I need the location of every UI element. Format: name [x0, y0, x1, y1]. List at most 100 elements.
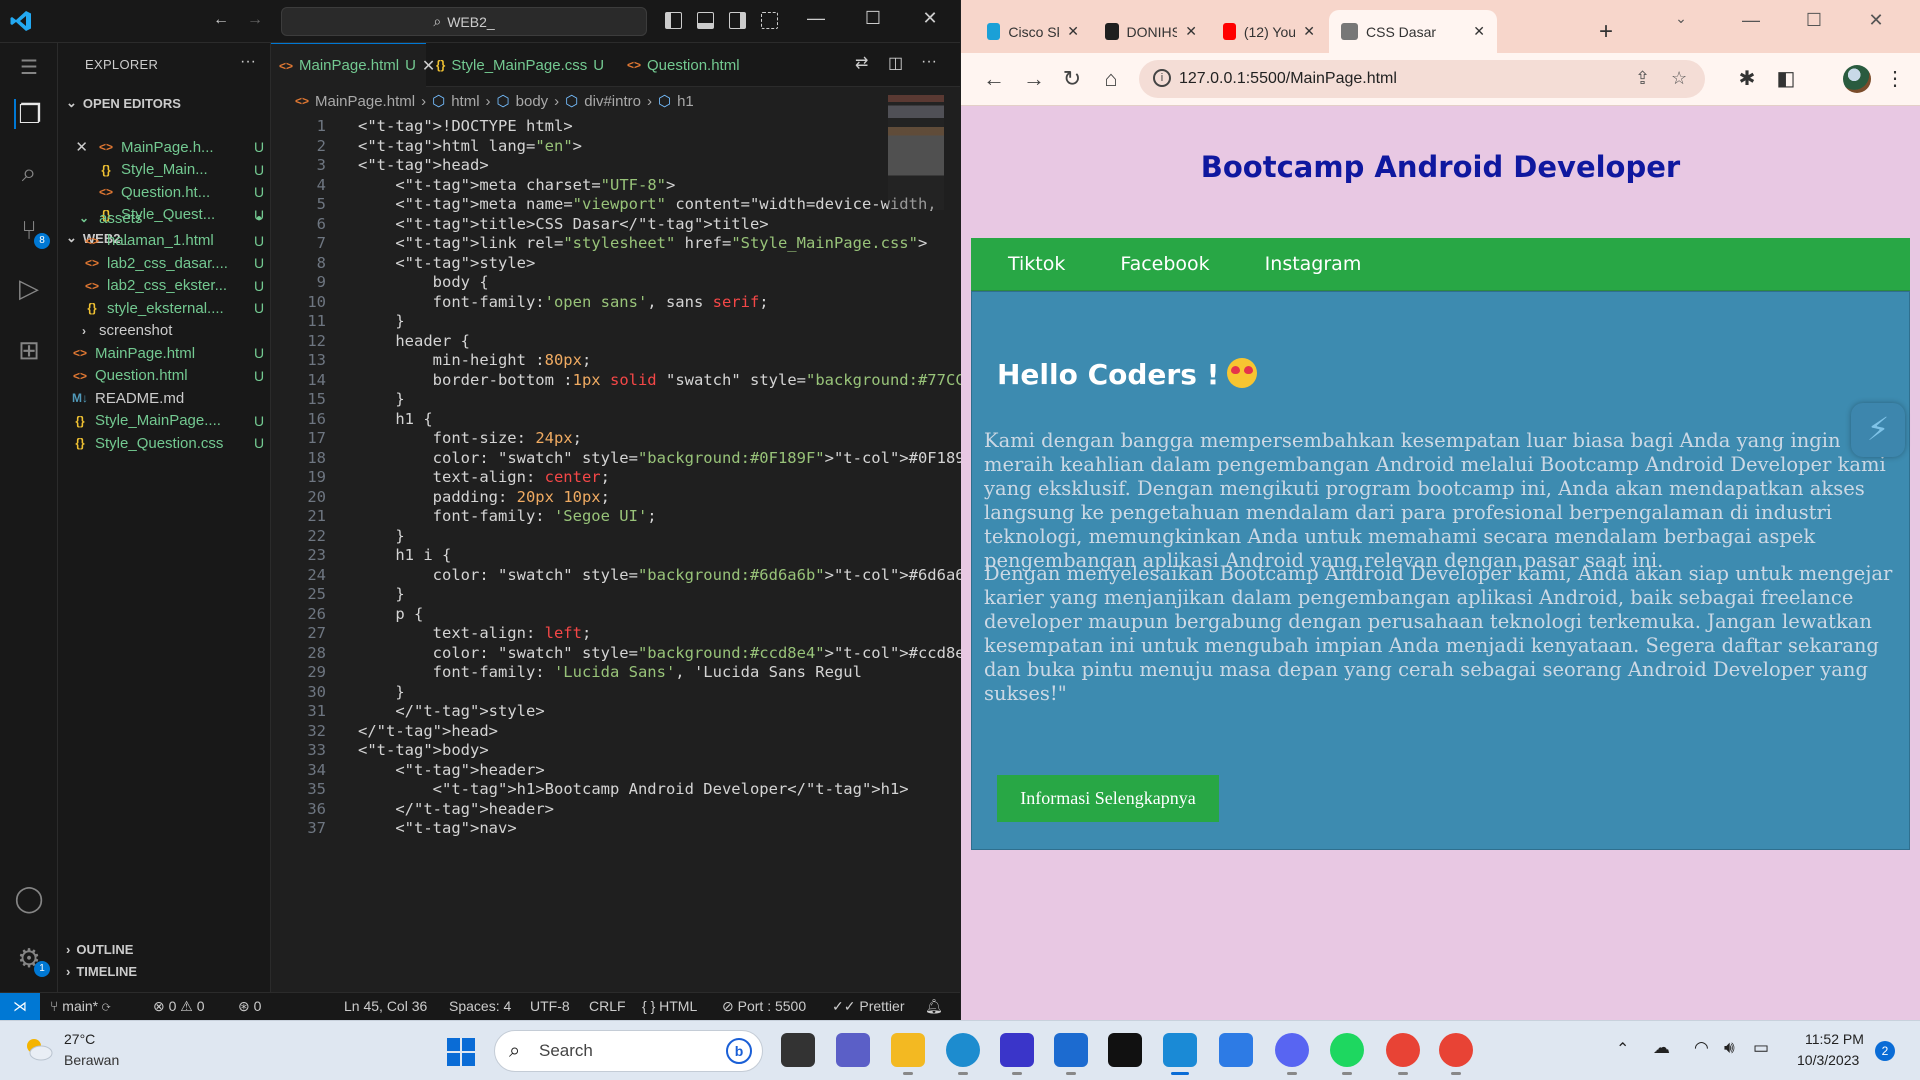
run-debug-icon[interactable]: ▷ [14, 273, 44, 303]
ports-indicator[interactable]: ⊛ 0 [238, 998, 261, 1015]
chrome-tab[interactable]: (12) YouTu ✕ [1211, 10, 1327, 53]
new-tab-icon[interactable]: + [1599, 18, 1613, 46]
pen-app-icon[interactable] [1000, 1033, 1034, 1075]
spotify-icon[interactable] [1330, 1033, 1364, 1075]
maximize-button[interactable]: ☐ [1794, 10, 1834, 31]
encoding[interactable]: UTF-8 [530, 998, 570, 1014]
more-info-button[interactable]: Informasi Selengkapnya [997, 775, 1219, 822]
share-icon[interactable]: ⇪ [1635, 68, 1650, 89]
breadcrumb-item[interactable]: MainPage.html [315, 93, 415, 110]
address-bar[interactable]: i 127.0.0.1:5500/MainPage.html ⇪ ☆ [1139, 60, 1705, 98]
wifi-icon[interactable]: ◠ [1694, 1038, 1709, 1058]
microsoft-store-icon[interactable] [1054, 1033, 1088, 1075]
tab-search-chevron-icon[interactable]: ⌄ [1661, 10, 1701, 27]
customize-layout-icon[interactable] [761, 12, 778, 29]
file-tree-item[interactable]: <> Question.html U [58, 365, 270, 387]
tab-mainpage-html[interactable]: <> MainPage.html U ✕ [271, 43, 435, 87]
forward-arrow-icon[interactable]: → [247, 11, 263, 29]
close-button[interactable]: ✕ [1856, 10, 1896, 31]
more-actions-icon[interactable]: ··· [921, 53, 937, 71]
task-view-icon[interactable] [781, 1033, 815, 1067]
chrome-tab[interactable]: Cisco Skill ✕ [975, 10, 1091, 53]
windows-start-icon[interactable] [447, 1038, 475, 1066]
open-editor-item[interactable]: {} Style_Main... U [58, 159, 270, 181]
forward-arrow-icon[interactable]: → [1019, 66, 1049, 92]
toggle-secondary-sidebar-icon[interactable] [729, 12, 746, 29]
breadcrumb-item[interactable]: body [516, 93, 549, 110]
file-tree-item[interactable]: <> halaman_1.html U [58, 230, 270, 252]
remote-indicator-icon[interactable]: ⋊ [0, 993, 40, 1021]
chrome-profile-2-icon[interactable] [1439, 1033, 1473, 1075]
extensions-puzzle-icon[interactable]: ✱ [1733, 66, 1761, 91]
chrome-profile-1-icon[interactable] [1386, 1033, 1420, 1075]
bookmark-star-icon[interactable]: ☆ [1671, 68, 1687, 89]
live-server-port[interactable]: ⊘ Port : 5500 [722, 998, 806, 1015]
weather-description[interactable]: Berawan [64, 1052, 119, 1068]
source-control-icon[interactable]: ⑂ 8 [14, 215, 50, 249]
menu-icon[interactable]: ☰ [14, 53, 44, 83]
back-arrow-icon[interactable]: ← [213, 11, 229, 29]
side-panel-icon[interactable]: ◧ [1772, 66, 1800, 91]
compare-changes-icon[interactable]: ⇄ [855, 53, 868, 73]
settings-gear-icon[interactable]: ⚙ 1 [14, 943, 50, 977]
language-mode[interactable]: { } HTML [642, 998, 697, 1014]
timeline-section[interactable]: › TIMELINE [66, 964, 137, 979]
accounts-icon[interactable]: ◯ [14, 883, 44, 913]
show-hidden-icons-chevron-icon[interactable]: ⌃ [1616, 1039, 1629, 1059]
cursor-position[interactable]: Ln 45, Col 36 [344, 998, 427, 1014]
file-explorer-icon[interactable] [891, 1033, 925, 1075]
close-tab-icon[interactable]: ✕ [1473, 23, 1485, 40]
discord-icon[interactable] [1275, 1033, 1309, 1075]
profile-avatar[interactable] [1843, 65, 1871, 93]
onedrive-cloud-icon[interactable]: ☁ [1653, 1038, 1670, 1058]
close-tab-icon[interactable]: ✕ [1303, 23, 1315, 40]
breadcrumb-item[interactable]: h1 [677, 93, 694, 110]
notifications-bell-icon[interactable]: 🔔︎ [925, 998, 943, 1015]
nav-link-instagram[interactable]: Instagram [1265, 253, 1362, 275]
file-tree-item[interactable]: ⌄ assets ● [58, 207, 270, 229]
extensions-icon[interactable]: ⊞ [14, 335, 44, 365]
search-icon[interactable]: ⌕ [14, 157, 44, 187]
edge-icon[interactable] [946, 1033, 980, 1075]
weather-temperature[interactable]: 27°C [64, 1031, 95, 1047]
open-editors-section[interactable]: ⌄ OPEN EDITORS [66, 95, 181, 111]
reload-icon[interactable]: ↻ [1057, 66, 1087, 92]
open-editor-item[interactable]: <> Question.ht... U [58, 181, 270, 203]
explorer-icon[interactable]: ❐ [14, 99, 44, 129]
extension-bolt-icon[interactable]: ⚡︎ [1851, 403, 1905, 457]
back-arrow-icon[interactable]: ← [979, 66, 1009, 92]
branch-indicator[interactable]: ⑂ main* ⟳ [50, 998, 110, 1014]
outline-section[interactable]: › OUTLINE [66, 942, 133, 957]
site-info-icon[interactable]: i [1153, 69, 1171, 87]
close-tab-icon[interactable]: ✕ [1067, 23, 1079, 40]
chrome-tab[interactable]: DONIHSA ✕ [1093, 10, 1209, 53]
prettier-status[interactable]: ✓✓ Prettier [832, 998, 904, 1015]
close-editor-icon[interactable]: ✕ [58, 138, 88, 156]
file-tree-item[interactable]: <> lab2_css_dasar.... U [58, 252, 270, 274]
chrome-menu-icon[interactable]: ⋮ [1881, 66, 1909, 91]
file-tree-item[interactable]: M↓ README.md [58, 387, 270, 409]
battery-icon[interactable]: ▭ [1753, 1038, 1769, 1058]
indentation[interactable]: Spaces: 4 [449, 998, 511, 1014]
file-tree-item[interactable]: <> MainPage.html U [58, 342, 270, 364]
minimize-button[interactable]: — [1731, 10, 1771, 31]
notification-count-badge[interactable]: 2 [1875, 1041, 1895, 1061]
notion-icon[interactable] [1108, 1033, 1142, 1067]
maximize-button[interactable]: ☐ [858, 8, 888, 29]
more-actions-icon[interactable]: ··· [240, 53, 256, 71]
command-center-search[interactable]: ⌕ WEB2_ [281, 7, 647, 36]
toggle-panel-icon[interactable] [697, 12, 714, 29]
file-tree-item[interactable]: {} style_eksternal.... U [58, 297, 270, 319]
code-editor[interactable]: 1 <"t-tag">!DOCTYPE html> 2 <"t-tag">html l… [271, 115, 1151, 992]
nav-link-facebook[interactable]: Facebook [1120, 253, 1209, 275]
volume-icon[interactable]: 🔊︎ [1724, 1038, 1735, 1058]
breadcrumb-item[interactable]: html [451, 93, 479, 110]
vscode-icon[interactable] [1163, 1033, 1197, 1075]
open-editor-item[interactable]: ✕ <> MainPage.h... U [58, 136, 270, 158]
close-button[interactable]: ✕ [915, 8, 945, 29]
breadcrumb-item[interactable]: div#intro [584, 93, 641, 110]
file-tree-item[interactable]: {} Style_MainPage.... U [58, 410, 270, 432]
teams-chat-icon[interactable] [836, 1033, 870, 1067]
translate-app-icon[interactable] [1219, 1033, 1253, 1067]
end-of-line[interactable]: CRLF [589, 998, 626, 1014]
